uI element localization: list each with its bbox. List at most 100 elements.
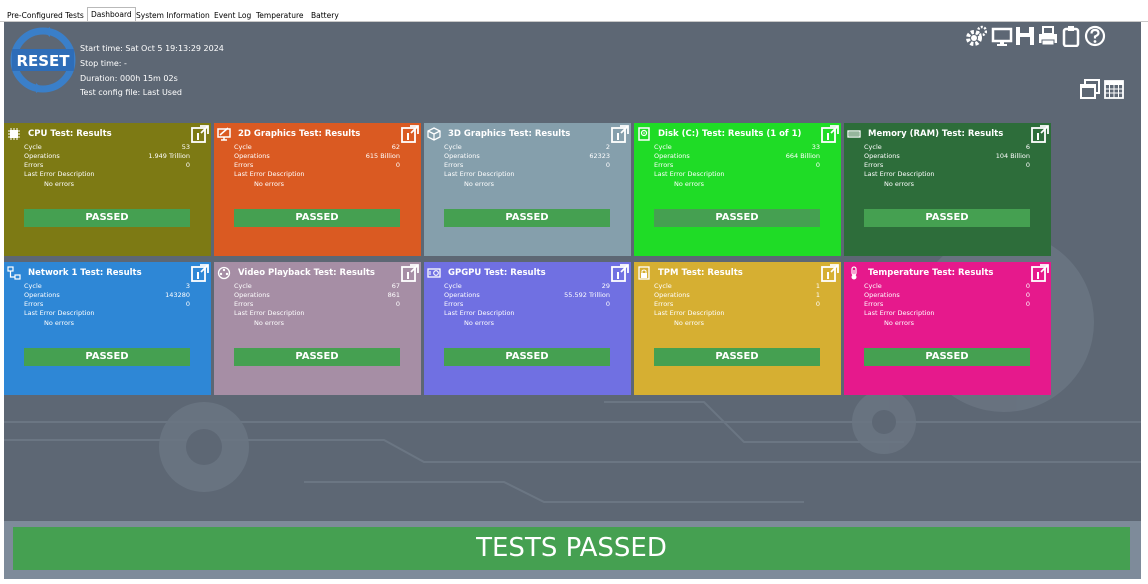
cycle-row: Cycle 33 <box>654 143 820 152</box>
cycle-value: 1 <box>815 282 820 290</box>
operations-value: 143280 <box>165 291 190 299</box>
reset-button[interactable]: RESET <box>10 27 76 93</box>
errors-label: Errors <box>444 300 464 308</box>
cycle-label: Cycle <box>654 143 672 151</box>
operations-label: Operations <box>864 291 900 299</box>
cycle-row: Cycle 62 <box>234 143 400 152</box>
card-details-icon[interactable] <box>401 125 419 143</box>
last-error-label: Last Error Description <box>654 170 725 178</box>
cycle-label: Cycle <box>24 143 42 151</box>
operations-value: 861 <box>387 291 400 299</box>
errors-value: 0 <box>605 300 610 308</box>
memory-icon <box>847 130 861 138</box>
operations-value: 1 <box>815 291 820 299</box>
last-error-label: Last Error Description <box>24 309 95 317</box>
card-title: Memory (RAM) Test: Results <box>868 129 1004 139</box>
status-badge: PASSED <box>24 209 190 227</box>
operations-label: Operations <box>444 152 480 160</box>
errors-row: Errors 0 <box>234 300 400 309</box>
operations-value: 664 Billion <box>785 152 820 160</box>
gear-icon[interactable] <box>965 25 987 47</box>
operations-label: Operations <box>444 291 480 299</box>
card-title: 2D Graphics Test: Results <box>238 129 361 139</box>
operations-label: Operations <box>654 291 690 299</box>
card-details-icon[interactable] <box>1031 125 1049 143</box>
cycle-row: Cycle 0 <box>864 282 1030 291</box>
status-badge: PASSED <box>654 209 820 227</box>
error-description: No errors <box>884 319 915 327</box>
cycle-row: Cycle 29 <box>444 282 610 291</box>
errors-label: Errors <box>24 300 44 308</box>
card-title: Network 1 Test: Results <box>28 268 142 278</box>
cycle-label: Cycle <box>654 282 672 290</box>
operations-label: Operations <box>234 291 270 299</box>
errors-label: Errors <box>654 161 674 169</box>
card-title: Disk (C:) Test: Results (1 of 1) <box>658 129 802 139</box>
cycle-label: Cycle <box>234 143 252 151</box>
test-config-file: Test config file: Last Used <box>80 88 182 97</box>
errors-label: Errors <box>234 161 254 169</box>
cycle-label: Cycle <box>864 143 882 151</box>
tab-dashboard[interactable]: Dashboard <box>87 7 136 22</box>
card-details-icon[interactable] <box>821 125 839 143</box>
errors-value: 0 <box>605 161 610 169</box>
cycle-label: Cycle <box>234 282 252 290</box>
card-title: GPGPU Test: Results <box>448 268 546 278</box>
last-error-label: Last Error Description <box>864 309 935 317</box>
last-error-row: Last Error Description <box>444 309 610 318</box>
last-error-row: Last Error Description <box>234 309 400 318</box>
card-details-icon[interactable] <box>611 125 629 143</box>
cycle-label: Cycle <box>24 282 42 290</box>
error-description: No errors <box>254 180 285 188</box>
operations-row: Operations 1.949 Trillion <box>24 152 190 161</box>
errors-value: 0 <box>815 300 820 308</box>
cycle-value: 62 <box>391 143 400 151</box>
save-icon[interactable] <box>1014 25 1036 47</box>
card-details-icon[interactable] <box>1031 264 1049 282</box>
errors-value: 0 <box>395 161 400 169</box>
errors-row: Errors 0 <box>864 300 1030 309</box>
card-temperature-test: Temperature Test: Results Cycle 0 Operati… <box>844 262 1051 395</box>
last-error-row: Last Error Description <box>24 309 190 318</box>
card-network-test: Network 1 Test: Results Cycle 3 Operation… <box>4 262 211 395</box>
thermometer-icon <box>851 266 857 280</box>
card-details-icon[interactable] <box>821 264 839 282</box>
errors-value: 0 <box>185 300 190 308</box>
card-details-icon[interactable] <box>611 264 629 282</box>
operations-label: Operations <box>24 152 60 160</box>
errors-label: Errors <box>444 161 464 169</box>
card-details-icon[interactable] <box>191 125 209 143</box>
error-description: No errors <box>674 180 705 188</box>
printer-icon[interactable] <box>1037 25 1059 47</box>
errors-row: Errors 0 <box>654 161 820 170</box>
errors-label: Errors <box>654 300 674 308</box>
window-layout-icon[interactable] <box>1079 78 1101 100</box>
cycle-label: Cycle <box>864 282 882 290</box>
operations-value: 62323 <box>589 152 610 160</box>
errors-row: Errors 0 <box>444 300 610 309</box>
errors-value: 0 <box>1025 161 1030 169</box>
last-error-label: Last Error Description <box>444 170 515 178</box>
operations-row: Operations 0 <box>864 291 1030 300</box>
cycle-row: Cycle 67 <box>234 282 400 291</box>
card-tpm-test: TPM Test: Results Cycle 1 Operations 1 Err… <box>634 262 841 395</box>
monitor-icon[interactable] <box>991 25 1013 47</box>
error-description: No errors <box>464 319 495 327</box>
operations-row: Operations 861 <box>234 291 400 300</box>
card-details-icon[interactable] <box>401 264 419 282</box>
card-3d-graphics-test: 3D Graphics Test: Results Cycle 2 Operati… <box>424 123 631 256</box>
help-icon[interactable] <box>1084 25 1106 47</box>
card-details-icon[interactable] <box>191 264 209 282</box>
duration: Duration: 000h 15m 02s <box>80 74 178 83</box>
cycle-label: Cycle <box>444 143 462 151</box>
errors-value: 0 <box>395 300 400 308</box>
operations-row: Operations 55.592 Trillion <box>444 291 610 300</box>
errors-row: Errors 0 <box>24 300 190 309</box>
cycle-row: Cycle 3 <box>24 282 190 291</box>
clipboard-icon[interactable] <box>1060 25 1082 47</box>
operations-row: Operations 62323 <box>444 152 610 161</box>
error-description: No errors <box>44 319 75 327</box>
cycle-value: 67 <box>391 282 400 290</box>
operations-row: Operations 1 <box>654 291 820 300</box>
calendar-grid-icon[interactable] <box>1103 78 1125 100</box>
